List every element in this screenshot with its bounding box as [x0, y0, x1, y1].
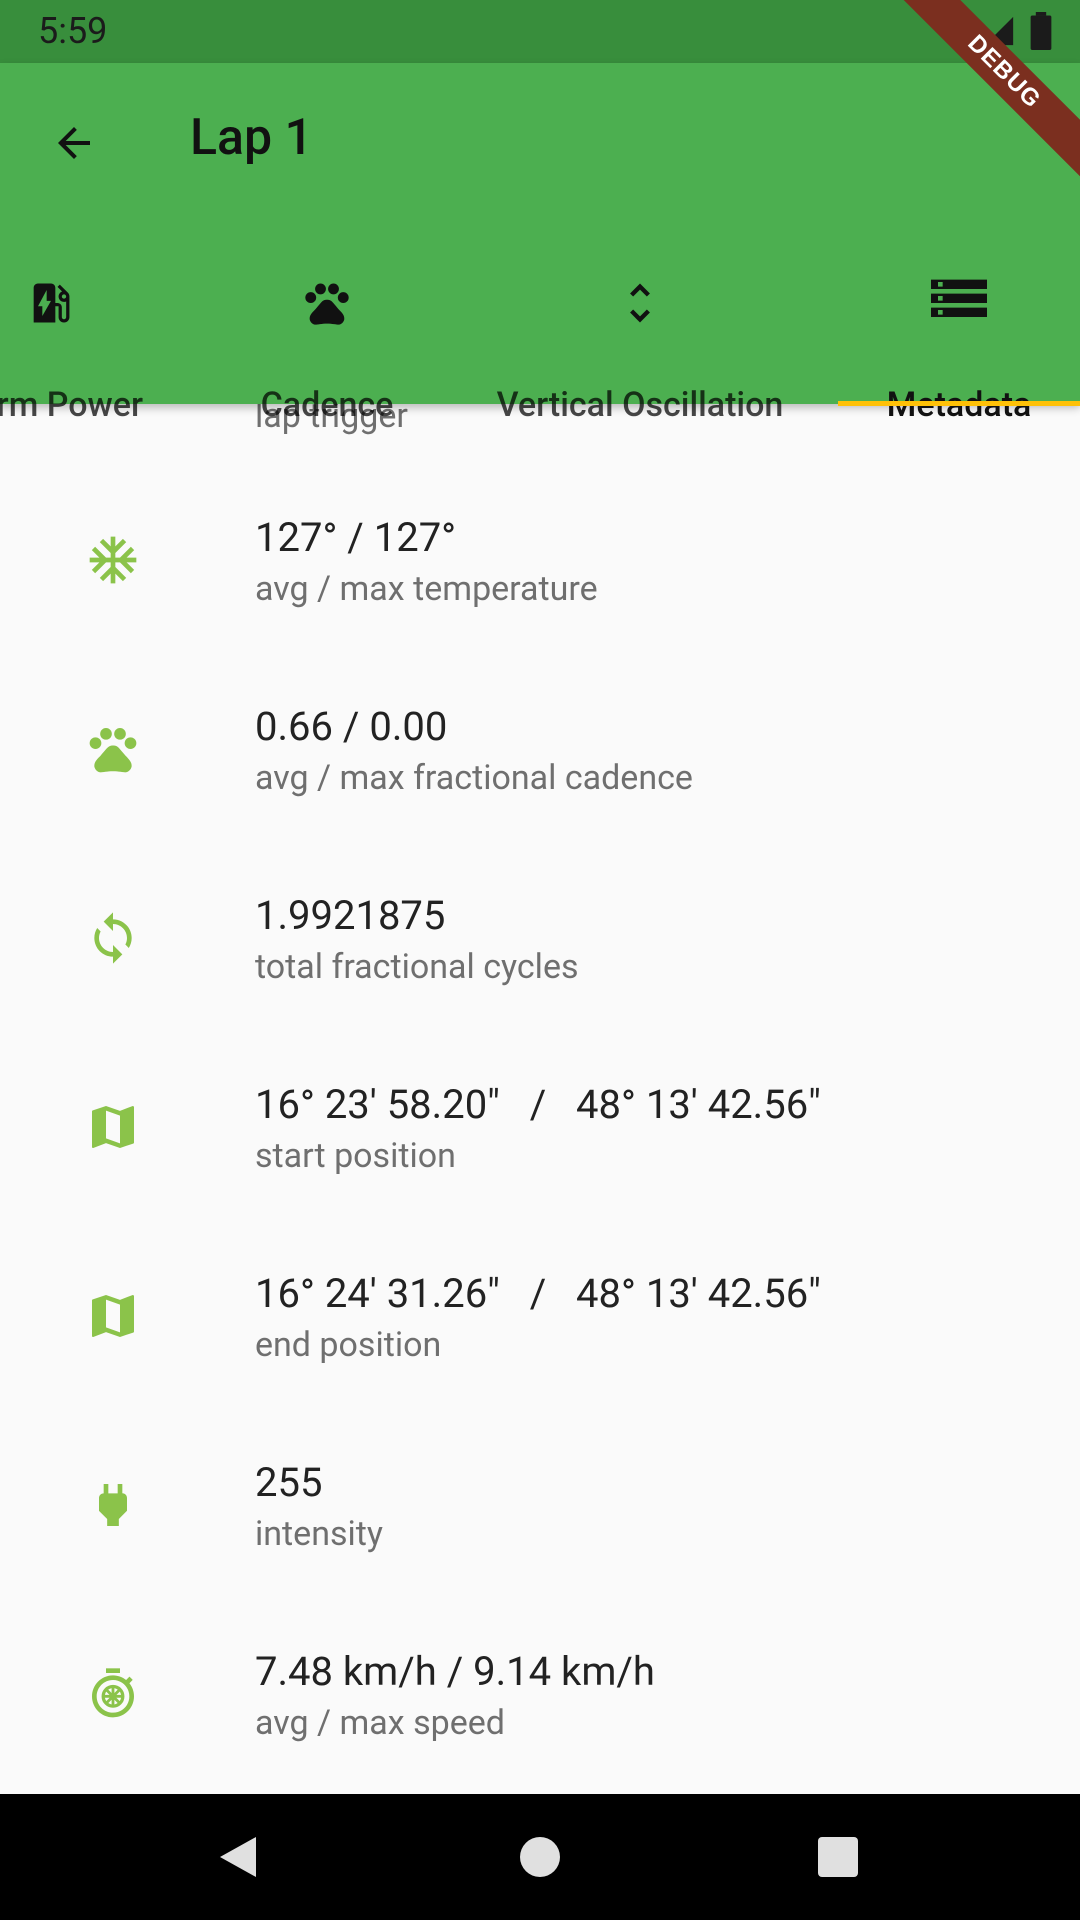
tab-indicator [838, 401, 1080, 406]
tab-vertical-oscillation[interactable]: Vertical Oscillation [470, 233, 810, 425]
tab-label: Vertical Oscillation [496, 385, 784, 425]
battery-icon [1030, 12, 1052, 50]
snowflake-icon [83, 530, 143, 590]
list-item-secondary: total fractional cycles [255, 947, 579, 987]
list-item-secondary: end position [255, 1325, 442, 1365]
metadata-list[interactable]: lap trigger 127° / 127° avg / max temper… [0, 404, 1080, 1794]
tab-cadence[interactable]: Cadence [207, 233, 447, 425]
list-item: 16° 24' 31.26" / 48° 13' 42.56" end posi… [0, 1221, 1080, 1410]
power-plug-icon [83, 1475, 143, 1535]
app-bar: Lap 1 Form Power Cadence Vertical Oscill… [0, 63, 1080, 425]
timer-icon [83, 1664, 143, 1724]
list-item-primary: 1.9921875 [255, 892, 446, 939]
list-item: 1.9921875 total fractional cycles [0, 843, 1080, 1032]
list-item-primary: 255 [255, 1459, 323, 1506]
list-item: 255 intensity [0, 1410, 1080, 1599]
tab-label: Cadence [260, 385, 394, 425]
nav-home-icon[interactable] [520, 1837, 560, 1877]
paw-icon [83, 719, 143, 779]
tab-bar: Form Power Cadence Vertical Oscillation … [0, 233, 1080, 425]
list-item: 0.66 / 0.00 avg / max fractional cadence [0, 654, 1080, 843]
list-item-secondary: avg / max speed [255, 1703, 505, 1743]
unfold-more-icon [630, 283, 650, 323]
list-item-primary: 127° / 127° [255, 514, 457, 561]
sync-icon [83, 908, 143, 968]
page-title: Lap 1 [190, 109, 313, 167]
list-item-secondary: avg / max temperature [255, 569, 598, 609]
list-item-secondary: avg / max fractional cadence [255, 758, 693, 798]
storage-icon [931, 279, 987, 317]
arrow-back-icon [58, 127, 90, 159]
paw-icon [305, 283, 349, 325]
back-button[interactable] [40, 109, 108, 177]
status-time: 5:59 [38, 10, 108, 52]
list-item-primary: 16° 24' 31.26" / 48° 13' 42.56" [255, 1270, 821, 1317]
tab-form-power[interactable]: Form Power [0, 233, 182, 425]
list-item: 16° 23' 58.20" / 48° 13' 42.56" start po… [0, 1032, 1080, 1221]
list-item: 7.48 km/h / 9.14 km/h avg / max speed [0, 1599, 1080, 1788]
list-item-primary: 16° 23' 58.20" / 48° 13' 42.56" [255, 1081, 821, 1128]
list-item-primary: 7.48 km/h / 9.14 km/h [255, 1648, 655, 1695]
list-item-secondary: intensity [255, 1514, 383, 1554]
list-item-secondary: start position [255, 1136, 456, 1176]
ev-station-icon [33, 283, 70, 323]
tab-label: Form Power [0, 385, 143, 425]
map-icon [83, 1097, 143, 1157]
system-nav-bar [0, 1794, 1080, 1920]
nav-recents-icon[interactable] [818, 1837, 858, 1877]
map-icon [83, 1286, 143, 1346]
list-item-primary: 0.66 / 0.00 [255, 703, 448, 750]
nav-back-icon[interactable] [216, 1833, 260, 1881]
list-item: 127° / 127° avg / max temperature [0, 465, 1080, 654]
tab-metadata[interactable]: Metadata [838, 233, 1080, 425]
